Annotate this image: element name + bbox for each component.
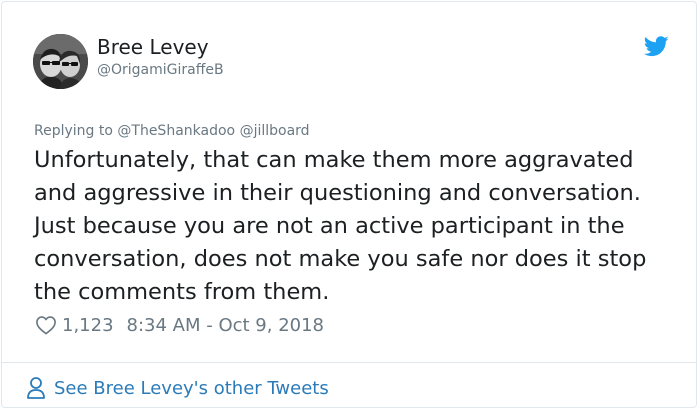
author-handle[interactable]: @OrigamiGiraffeB xyxy=(97,61,224,79)
heart-outline-icon[interactable] xyxy=(35,315,57,335)
mention-link[interactable]: @TheShankadoo xyxy=(117,123,235,139)
tweet-card: Bree Levey @OrigamiGiraffeB Replying to … xyxy=(1,1,697,408)
reply-prefix: Replying to xyxy=(34,123,113,139)
like-count[interactable]: 1,123 xyxy=(62,315,114,336)
twitter-bird-icon[interactable] xyxy=(644,36,669,57)
tweet-text: Unfortunately, that can make them more a… xyxy=(34,147,647,305)
author-name[interactable]: Bree Levey xyxy=(97,34,209,60)
tweet-meta: 1,123 8:34 AM - Oct 9, 2018 xyxy=(35,313,324,337)
see-other-tweets-label: See Bree Levey's other Tweets xyxy=(54,377,329,399)
reply-context: Replying to @TheShankadoo @jillboard xyxy=(34,122,310,140)
mention-link[interactable]: @jillboard xyxy=(240,123,310,139)
see-other-tweets-link[interactable]: See Bree Levey's other Tweets xyxy=(26,375,329,401)
person-icon xyxy=(27,377,45,399)
timestamp[interactable]: 8:34 AM - Oct 9, 2018 xyxy=(127,315,324,336)
divider xyxy=(2,362,696,363)
avatar-photo xyxy=(33,34,88,89)
avatar[interactable] xyxy=(33,34,88,89)
